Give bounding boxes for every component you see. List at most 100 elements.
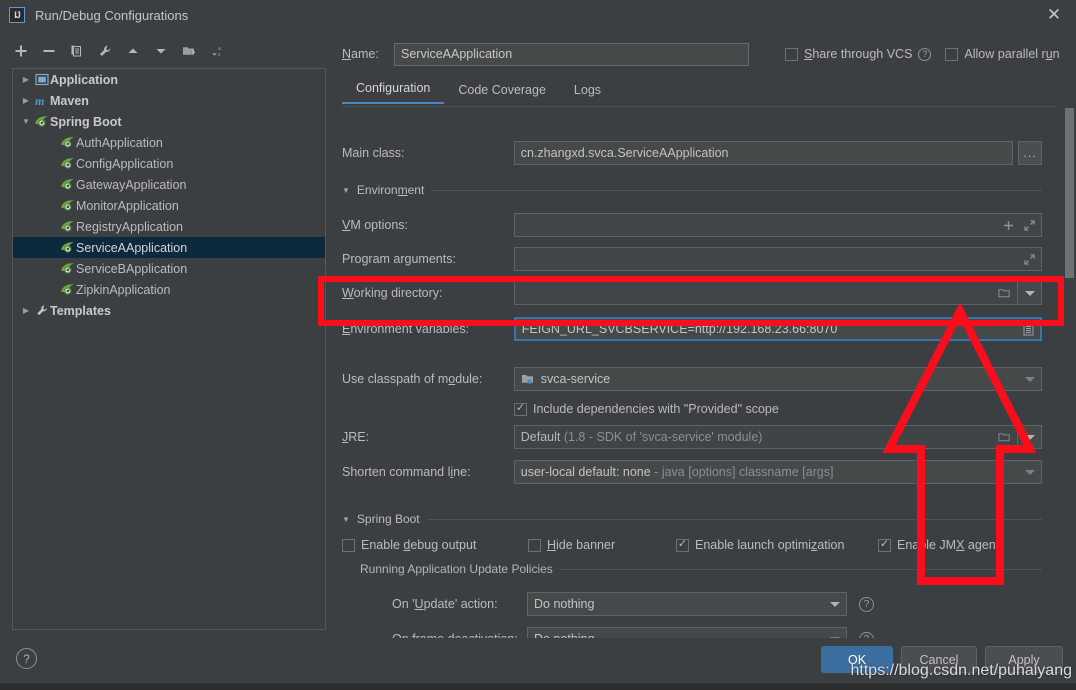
environment-section-header[interactable]: ▼ Environment bbox=[342, 183, 1042, 197]
configurations-tree[interactable]: ▶ Application ▶ m Maven ▼ Spring Boot AuthA… bbox=[12, 68, 326, 630]
environment-variables-row: Environment variables: FEIGN_URL_SVCBSER… bbox=[342, 317, 1042, 341]
jre-row: JRE: Default (1.8 - SDK of 'svca-service… bbox=[342, 425, 1042, 449]
spring-boot-section-header[interactable]: ▼ Spring Boot bbox=[342, 512, 1042, 526]
expand-editor-icon[interactable] bbox=[1024, 219, 1035, 231]
spring-boot-icon bbox=[59, 262, 76, 275]
taskbar-strip bbox=[0, 683, 1076, 690]
chevron-down-icon[interactable]: ▼ bbox=[19, 117, 33, 126]
new-folder-button[interactable] bbox=[176, 39, 202, 63]
main-class-browse-button[interactable]: ... bbox=[1018, 141, 1042, 165]
tab-code-coverage[interactable]: Code Coverage bbox=[444, 79, 560, 104]
chevron-right-icon[interactable]: ▶ bbox=[19, 96, 33, 105]
on-update-action-value: Do nothing bbox=[534, 597, 595, 611]
working-directory-field[interactable] bbox=[513, 281, 1019, 305]
include-provided-scope-checkbox[interactable]: Include dependencies with "Provided" sco… bbox=[514, 402, 779, 416]
help-button[interactable]: ? bbox=[16, 648, 37, 669]
environment-collapse-icon[interactable]: ▼ bbox=[342, 186, 350, 195]
tab-configuration[interactable]: Configuration bbox=[342, 77, 445, 104]
use-classpath-value: svca-service bbox=[540, 372, 611, 386]
tree-item-maven[interactable]: ▶ m Maven bbox=[13, 90, 325, 111]
program-arguments-field[interactable] bbox=[513, 247, 1042, 271]
use-classpath-dropdown-icon[interactable] bbox=[1025, 376, 1035, 382]
configuration-editor-panel: Name: Share through VCS ? Allow parallel… bbox=[334, 30, 1076, 651]
close-icon[interactable]: ✕ bbox=[1032, 0, 1076, 30]
edit-templates-button[interactable] bbox=[92, 39, 118, 63]
use-classpath-row: Use classpath of module: svca-service bbox=[342, 367, 1042, 391]
on-update-action-select[interactable]: Do nothing bbox=[527, 592, 847, 616]
vm-options-field[interactable] bbox=[513, 213, 1042, 237]
tree-item-label: Spring Boot bbox=[50, 114, 122, 129]
add-configuration-button[interactable] bbox=[8, 39, 34, 63]
sort-configurations-button[interactable]: a z bbox=[204, 39, 230, 63]
working-directory-dropdown[interactable] bbox=[1018, 281, 1042, 305]
share-vcs-checkbox-box[interactable] bbox=[785, 47, 798, 61]
environment-variables-field[interactable]: FEIGN_URL_SVCBSERVICE=http://192.168.23.… bbox=[513, 317, 1042, 341]
shorten-command-line-dropdown-icon[interactable] bbox=[1025, 469, 1035, 475]
tree-item-configapplication[interactable]: ConfigApplication bbox=[13, 153, 325, 174]
include-provided-checkbox-box[interactable] bbox=[514, 402, 527, 416]
chevron-right-icon[interactable]: ▶ bbox=[19, 306, 33, 315]
dialog-body: a z ▶ Application ▶ m Maven ▼ Spring Boot A… bbox=[0, 30, 1076, 651]
enable-debug-output-checkbox-box[interactable] bbox=[342, 538, 355, 552]
tree-item-spring-boot[interactable]: ▼ Spring Boot bbox=[13, 111, 325, 132]
chevron-right-icon[interactable]: ▶ bbox=[19, 75, 33, 84]
tree-item-registryapplication[interactable]: RegistryApplication bbox=[13, 216, 325, 237]
allow-parallel-label: Allow parallel run bbox=[964, 47, 1060, 61]
hide-banner-checkbox[interactable]: Hide banner bbox=[528, 538, 676, 552]
tree-item-gatewayapplication[interactable]: GatewayApplication bbox=[13, 174, 325, 195]
share-vcs-help-icon[interactable]: ? bbox=[918, 47, 932, 61]
on-update-action-row: On 'Update' action: Do nothing ? bbox=[392, 592, 874, 616]
tree-item-serviceaapplication[interactable]: ServiceAApplication bbox=[13, 237, 325, 258]
jre-dropdown[interactable] bbox=[1018, 425, 1042, 449]
copy-configuration-button[interactable] bbox=[64, 39, 90, 63]
enable-launch-optimization-checkbox-box[interactable] bbox=[676, 538, 689, 552]
spring-boot-collapse-icon[interactable]: ▼ bbox=[342, 515, 350, 524]
tree-item-templates[interactable]: ▶ Templates bbox=[13, 300, 325, 321]
browse-folder-icon[interactable] bbox=[998, 287, 1011, 299]
form-scrollbar[interactable] bbox=[1065, 108, 1074, 628]
form-scrollbar-thumb[interactable] bbox=[1065, 108, 1074, 278]
jre-field[interactable]: Default (1.8 - SDK of 'svca-service' mod… bbox=[513, 425, 1019, 449]
update-policies-header: Running Application Update Policies bbox=[360, 562, 1042, 576]
svg-text:z: z bbox=[218, 52, 221, 58]
enable-jmx-agent-label: Enable JMX agent bbox=[897, 538, 1000, 552]
tree-item-servicebapplication[interactable]: ServiceBApplication bbox=[13, 258, 325, 279]
enable-jmx-agent-checkbox-box[interactable] bbox=[878, 538, 891, 552]
configuration-name-input[interactable] bbox=[394, 42, 749, 66]
main-class-field[interactable]: cn.zhangxd.svca.ServiceAApplication bbox=[513, 141, 1014, 165]
enable-launch-optimization-checkbox[interactable]: Enable launch optimization bbox=[676, 538, 878, 552]
include-provided-label: Include dependencies with "Provided" sco… bbox=[533, 402, 779, 416]
tree-item-authapplication[interactable]: AuthApplication bbox=[13, 132, 325, 153]
working-directory-row: Working directory: bbox=[342, 281, 1042, 305]
browse-jre-icon[interactable] bbox=[998, 431, 1011, 443]
allow-parallel-run-checkbox[interactable]: Allow parallel run bbox=[945, 47, 1060, 61]
expand-editor-icon[interactable] bbox=[1024, 253, 1035, 265]
tree-item-application[interactable]: ▶ Application bbox=[13, 69, 325, 90]
spring-boot-icon bbox=[59, 136, 76, 149]
main-class-row: Main class: cn.zhangxd.svca.ServiceAAppl… bbox=[342, 141, 1042, 165]
spring-boot-icon bbox=[59, 220, 76, 233]
allow-parallel-checkbox-box[interactable] bbox=[945, 47, 959, 61]
spring-boot-icon bbox=[59, 199, 76, 212]
on-update-action-help-icon[interactable]: ? bbox=[859, 596, 874, 612]
add-macro-icon[interactable] bbox=[1003, 220, 1014, 231]
shorten-command-line-field[interactable]: user-local default: none - java [options… bbox=[513, 460, 1042, 484]
tab-logs[interactable]: Logs bbox=[560, 79, 615, 104]
maven-icon: m bbox=[33, 94, 50, 107]
enable-jmx-agent-checkbox[interactable]: Enable JMX agent bbox=[878, 538, 999, 552]
tree-item-monitorapplication[interactable]: MonitorApplication bbox=[13, 195, 325, 216]
hide-banner-checkbox-box[interactable] bbox=[528, 538, 541, 552]
working-directory-label: Working directory: bbox=[342, 286, 443, 300]
share-through-vcs-checkbox[interactable]: Share through VCS bbox=[785, 47, 912, 61]
tree-item-label: Maven bbox=[50, 93, 89, 108]
name-label-rest: ame: bbox=[351, 47, 379, 61]
on-update-action-caret-icon[interactable] bbox=[830, 601, 840, 607]
move-down-button[interactable] bbox=[148, 39, 174, 63]
edit-env-vars-icon[interactable] bbox=[1023, 323, 1034, 336]
tree-item-zipkinapplication[interactable]: ZipkinApplication bbox=[13, 279, 325, 300]
use-classpath-field[interactable]: svca-service bbox=[513, 367, 1042, 391]
move-up-button[interactable] bbox=[120, 39, 146, 63]
enable-debug-output-checkbox[interactable]: Enable debug output bbox=[342, 538, 528, 552]
remove-configuration-button[interactable] bbox=[36, 39, 62, 63]
configuration-form: Main class: cn.zhangxd.svca.ServiceAAppl… bbox=[342, 106, 1056, 651]
